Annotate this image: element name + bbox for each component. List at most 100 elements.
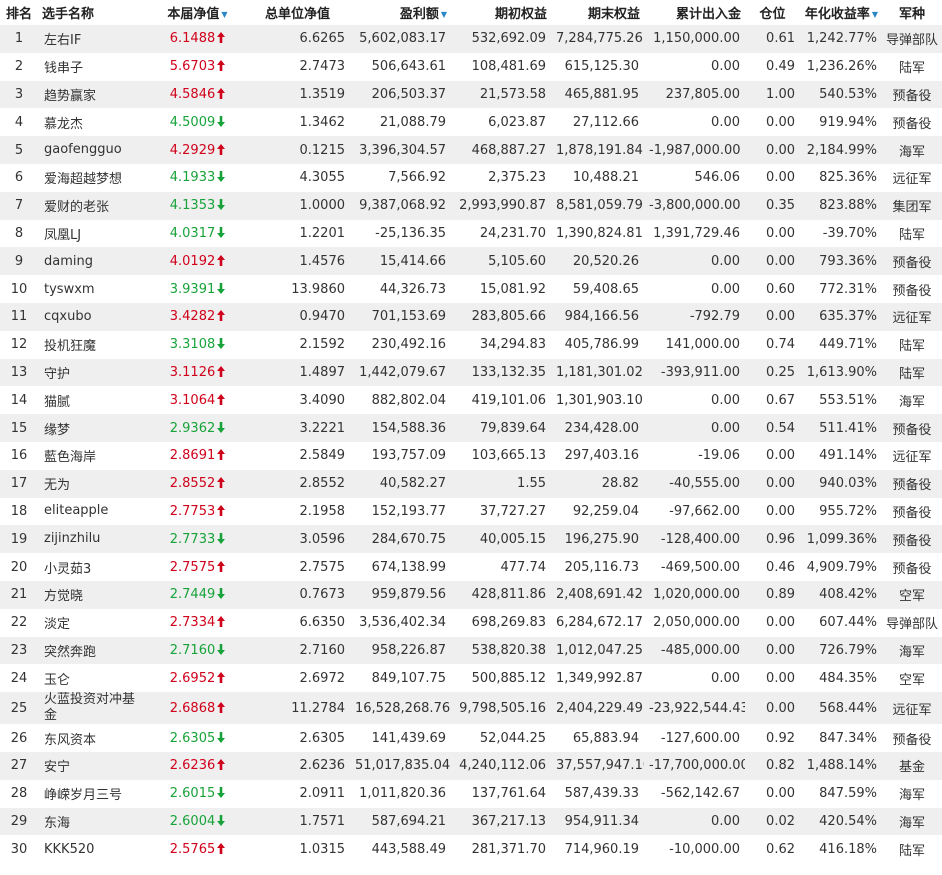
player-name[interactable]: gaofengguo — [38, 136, 150, 164]
header-annual-return-sort[interactable]: 年化收益率 ▼ — [800, 0, 882, 25]
position-cell: 0.62 — [766, 841, 795, 857]
player-name[interactable]: 东海 — [38, 808, 150, 836]
nav-cell: 4.0317 — [150, 220, 245, 248]
player-name[interactable]: cqxubo — [38, 303, 150, 331]
rank-cell: 17 — [10, 476, 28, 492]
header-nav-sort[interactable]: 本届净值 ▼ — [150, 0, 245, 25]
start-equity-cell: 419,101.06 — [471, 392, 546, 408]
table-row: 26 东风资本 2.6305 2.6305 141,439.69 52,044.25 65,… — [0, 724, 942, 752]
table-row: 24 玉仑 2.6952 2.6972 849,107.75 500,885.12 1,34… — [0, 664, 942, 693]
nav-value: 2.6952 — [169, 670, 216, 686]
player-name[interactable]: 玉仑 — [38, 664, 150, 692]
start-equity-cell: 6,023.87 — [488, 114, 546, 130]
player-name[interactable]: 钱串子 — [38, 53, 150, 81]
cum-flow-cell: -97,662.00 — [669, 503, 740, 519]
player-name[interactable]: 无为 — [38, 470, 150, 498]
player-name[interactable]: zijinzhilu — [38, 525, 150, 553]
ranking-table: 排名 选手名称 本届净值 ▼ 总单位净值 盈利额 ▼ 期初权益 期末权益 累计出入金… — [0, 0, 942, 864]
annual-return-cell: 1,242.77% — [806, 31, 877, 47]
player-name[interactable]: 投机狂魔 — [38, 331, 150, 359]
player-name[interactable]: 趋势赢家 — [38, 81, 150, 109]
player-name[interactable]: 守护 — [38, 359, 150, 387]
player-name[interactable]: 猫腻 — [38, 386, 150, 414]
player-name[interactable]: 小灵茹3 — [38, 553, 150, 581]
player-name[interactable]: 峥嵘岁月三号 — [38, 780, 150, 808]
player-name[interactable]: KKK520 — [38, 835, 150, 863]
nav-value: 4.2929 — [169, 142, 216, 158]
player-name[interactable]: 缘梦 — [38, 414, 150, 442]
nav-value: 2.7449 — [169, 587, 216, 603]
start-equity-cell: 2,993,990.87 — [459, 198, 546, 214]
table-row: 27 安宁 2.6236 2.6236 51,017,835.04 4,240,112.0… — [0, 751, 942, 780]
player-name[interactable]: 突然奔跑 — [38, 637, 150, 665]
profit-cell: 44,326.73 — [379, 281, 446, 297]
arrow-up-icon — [217, 365, 226, 377]
unit-nav-cell: 6.6265 — [299, 31, 346, 47]
player-name[interactable]: eliteapple — [38, 498, 150, 526]
nav-value: 6.1488 — [169, 31, 216, 47]
annual-return-cell: 4,909.79% — [806, 559, 877, 575]
annual-return-cell: 1,488.14% — [806, 758, 877, 774]
arrow-down-icon — [217, 643, 226, 655]
player-name[interactable]: daming — [38, 247, 150, 275]
rank-cell: 18 — [10, 503, 28, 519]
position-cell: 0.02 — [766, 813, 795, 829]
nav-cell: 2.7160 — [150, 637, 245, 665]
army-cell: 海军 — [898, 815, 925, 831]
unit-nav-cell: 11.2784 — [291, 700, 345, 716]
player-name[interactable]: 东风资本 — [38, 724, 150, 752]
player-name[interactable]: 爱海超越梦想 — [38, 164, 150, 192]
nav-value: 3.1126 — [169, 364, 216, 380]
rank-cell: 10 — [10, 281, 28, 297]
arrow-down-icon — [217, 199, 226, 211]
table-row: 20 小灵茹3 2.7575 2.7575 674,138.99 477.74 205,11… — [0, 553, 942, 581]
nav-value: 3.1064 — [169, 392, 216, 408]
start-equity-cell: 428,811.86 — [471, 587, 546, 603]
rank-cell: 14 — [10, 392, 28, 408]
table-row: 22 淡定 2.7334 6.6350 3,536,402.34 698,269.83 6,… — [0, 608, 942, 637]
position-cell: 0.00 — [766, 253, 795, 269]
player-name[interactable]: tyswxm — [38, 275, 150, 303]
unit-nav-cell: 1.0315 — [299, 841, 346, 857]
profit-cell: 15,414.66 — [379, 253, 446, 269]
player-name[interactable]: 左右IF — [38, 25, 150, 53]
end-equity-cell: 92,259.04 — [572, 503, 639, 519]
nav-cell: 3.3108 — [150, 331, 245, 359]
header-profit-sort[interactable]: 盈利额 ▼ — [350, 0, 451, 25]
end-equity-cell: 1,878,191.84 — [556, 142, 643, 158]
army-cell: 预备役 — [892, 732, 932, 748]
player-name[interactable]: 安宁 — [38, 752, 150, 780]
army-cell: 海军 — [898, 144, 925, 160]
rank-cell: 22 — [10, 615, 28, 631]
player-name[interactable]: 凤凰LJ — [38, 220, 150, 248]
player-name[interactable]: 爱财的老张 — [38, 192, 150, 220]
unit-nav-cell: 1.3519 — [299, 86, 346, 102]
player-name[interactable]: 慕龙杰 — [38, 108, 150, 136]
cum-flow-cell: -17,700,000.00 — [649, 758, 745, 774]
army-cell: 预备役 — [892, 116, 932, 132]
nav-value: 2.7160 — [169, 642, 216, 658]
position-cell: 0.00 — [766, 448, 795, 464]
end-equity-cell: 20,520.26 — [572, 253, 639, 269]
position-cell: 0.54 — [766, 420, 795, 436]
table-row: 9 daming 4.0192 1.4576 15,414.66 5,105.60 20,5… — [0, 247, 942, 276]
profit-cell: 51,017,835.04 — [355, 758, 451, 774]
player-name[interactable]: 藍色海岸 — [38, 442, 150, 470]
player-name[interactable]: 火蓝投资对冲基金 — [38, 692, 150, 724]
end-equity-cell: 2,408,691.42 — [556, 587, 643, 603]
arrow-down-icon — [217, 421, 226, 433]
player-name[interactable]: 方觉晓 — [38, 581, 150, 609]
end-equity-cell: 27,112.66 — [572, 114, 639, 130]
profit-cell: 882,802.04 — [371, 392, 446, 408]
rank-cell: 11 — [10, 309, 28, 325]
annual-return-cell: 449.71% — [819, 337, 877, 353]
army-cell: 导弹部队 — [885, 33, 938, 49]
annual-return-cell: 1,099.36% — [806, 531, 877, 547]
army-cell: 预备役 — [892, 505, 932, 521]
arrow-down-icon — [217, 282, 226, 294]
army-cell: 集团军 — [892, 200, 932, 216]
army-cell: 陆军 — [898, 339, 925, 355]
army-cell: 预备役 — [892, 561, 932, 577]
nav-value: 2.6004 — [169, 813, 216, 829]
player-name[interactable]: 淡定 — [38, 609, 150, 637]
